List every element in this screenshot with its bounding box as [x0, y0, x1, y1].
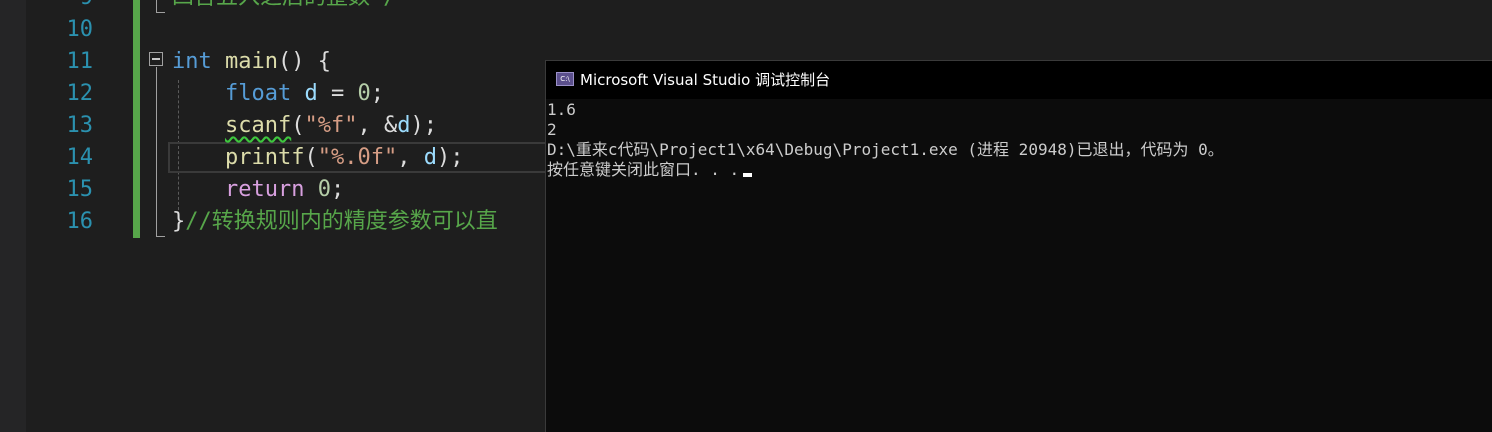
console-line: 2: [547, 120, 557, 139]
string-literal: "%.0f": [317, 145, 398, 170]
code-line-16[interactable]: }//转换规则内的精度参数可以直: [172, 206, 498, 238]
keyword: return: [224, 177, 305, 202]
code-line-15[interactable]: return 0;: [172, 174, 344, 206]
function-name: scanf: [224, 113, 292, 138]
code-line-13[interactable]: scanf("%f", &d);: [172, 110, 437, 142]
line-number: 10: [66, 17, 94, 42]
console-title: Microsoft Visual Studio 调试控制台: [580, 71, 831, 89]
code-line-11[interactable]: int main() {: [172, 46, 331, 78]
operator: =: [317, 81, 358, 106]
number-literal: 0: [317, 177, 331, 202]
console-line: 按任意键关闭此窗口. . .: [547, 160, 753, 180]
punctuation: () {: [277, 49, 331, 74]
punctuation: , &: [357, 113, 398, 138]
function-name: printf: [224, 145, 305, 170]
console-titlebar[interactable]: C:\ Microsoft Visual Studio 调试控制台: [546, 61, 1492, 99]
punctuation: ;: [330, 177, 345, 202]
fold-guide-end: [156, 12, 165, 13]
code-line-9[interactable]: 四舍五入之后的整数*/: [172, 0, 397, 14]
line-number: 9: [26, 0, 93, 14]
punctuation: );: [410, 113, 437, 138]
punctuation: (: [291, 113, 305, 138]
variable: d: [304, 81, 318, 106]
punctuation: ,: [397, 145, 424, 170]
console-output[interactable]: 1.6 2 D:\重来c代码\Project1\x64\Debug\Projec…: [547, 100, 1492, 432]
console-app-icon: C:\: [556, 72, 574, 86]
punctuation: ;: [370, 81, 384, 106]
function-name: main: [225, 49, 278, 74]
text-cursor: [743, 173, 753, 177]
fold-guide-line: [156, 0, 157, 12]
console-line: D:\重来c代码\Project1\x64\Debug\Project1.exe…: [547, 140, 1224, 159]
code-line-12[interactable]: float d = 0;: [172, 78, 384, 110]
line-number: 15: [66, 177, 94, 202]
comment-text: //转换规则内的精度参数可以直: [185, 209, 498, 234]
fold-guide-end: [156, 236, 165, 237]
punctuation: );: [436, 145, 464, 170]
variable: d: [397, 113, 411, 138]
left-margin-strip: [0, 0, 26, 432]
line-number: 13: [66, 113, 94, 138]
debug-console-window[interactable]: C:\ Microsoft Visual Studio 调试控制台 1.6 2 …: [545, 60, 1492, 432]
string-literal: "%f": [304, 113, 358, 138]
change-tracking-bar: [133, 0, 140, 238]
console-line-text: 按任意键关闭此窗口. . .: [547, 160, 740, 179]
console-line: 1.6: [547, 100, 576, 119]
line-number: 11: [66, 49, 94, 74]
punctuation: }: [172, 209, 186, 234]
line-number: 14: [66, 145, 94, 170]
comment-text: 四舍五入之后的整数*/: [172, 0, 397, 10]
keyword: float: [224, 81, 292, 106]
fold-guide-line: [156, 67, 157, 237]
punctuation: (: [304, 145, 318, 170]
keyword: int: [172, 49, 212, 74]
number-literal: 0: [357, 81, 371, 106]
variable: d: [423, 145, 437, 170]
line-number: 12: [66, 81, 94, 106]
collapse-minus-icon[interactable]: [149, 52, 163, 66]
line-number: 16: [66, 209, 94, 234]
code-line-14[interactable]: printf("%.0f", d);: [172, 142, 463, 174]
